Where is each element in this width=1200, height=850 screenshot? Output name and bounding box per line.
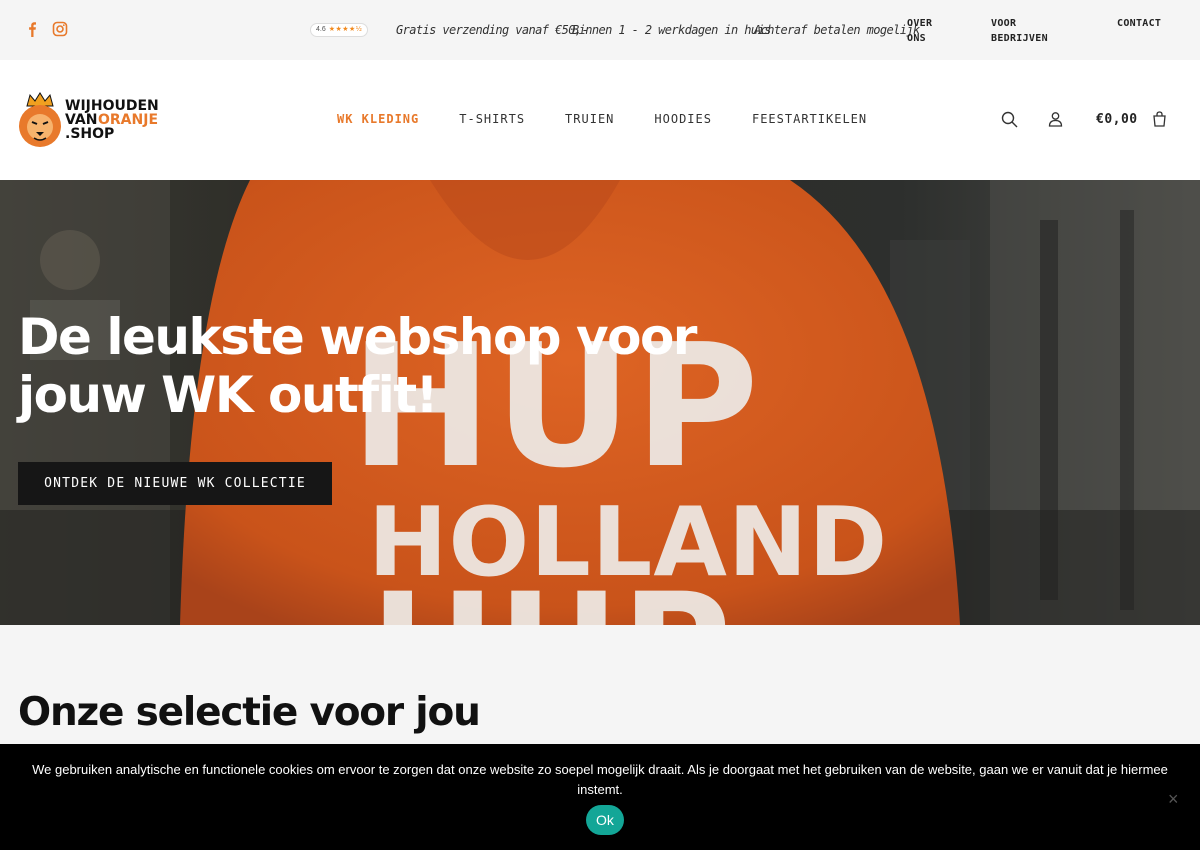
rating-score: 4.6	[316, 26, 326, 33]
cart-total[interactable]: €0,00	[1096, 112, 1138, 127]
nav-feestartikelen[interactable]: FEESTARTIKELEN	[752, 112, 867, 126]
nav-truien[interactable]: TRUIEN	[565, 112, 614, 126]
main-nav: WK KLEDING T-SHIRTS TRUIEN HOODIES FEEST…	[337, 112, 907, 126]
cookie-accept-button[interactable]: Ok	[586, 805, 624, 835]
main-header: WIJHOUDEN VAN ORANJE .SHOP WK KLEDING T-…	[0, 60, 1200, 180]
close-icon[interactable]: ×	[1168, 789, 1179, 810]
usp-delivery-time: Binnen 1 - 2 werkdagen in huis	[572, 23, 771, 37]
account-icon[interactable]	[1048, 111, 1063, 132]
hero-cta-button[interactable]: ONTDEK DE NIEUWE WK COLLECTIE	[18, 462, 332, 505]
nav-wk-kleding[interactable]: WK KLEDING	[337, 112, 419, 126]
section-title: Onze selectie voor jou	[18, 690, 481, 735]
cookie-text: We gebruiken analytische en functionele …	[32, 762, 1168, 797]
link-over-ons[interactable]: OVER ONS	[907, 16, 932, 46]
social-links	[24, 21, 68, 37]
search-icon[interactable]	[1001, 111, 1018, 133]
logo-line3: .SHOP	[65, 126, 114, 142]
rating-badge[interactable]: 4.6 ★★★★½	[310, 23, 369, 37]
cookie-banner: We gebruiken analytische en functionele …	[0, 744, 1200, 850]
facebook-icon[interactable]	[24, 21, 40, 37]
link-contact[interactable]: CONTACT	[1117, 16, 1161, 31]
nav-t-shirts[interactable]: T-SHIRTS	[459, 112, 525, 126]
usp-free-shipping: Gratis verzending vanaf €50,-	[396, 23, 589, 37]
hero-title: De leukste webshop voor jouw WK outfit!	[18, 308, 697, 424]
usp-pay-later: Achteraf betalen mogelijk	[754, 23, 920, 37]
hero-banner: HUP HOLLAND HUP De leukste webshop voor …	[0, 180, 1200, 625]
hoodie-print-line3: HUP	[370, 562, 733, 625]
site-logo[interactable]: WIJHOUDEN VAN ORANJE .SHOP	[18, 92, 178, 150]
link-voor-bedrijven[interactable]: VOOR BEDRIJVEN	[991, 16, 1048, 46]
rating-stars: ★★★★½	[328, 26, 363, 33]
cart-icon[interactable]	[1152, 111, 1167, 132]
instagram-icon[interactable]	[52, 21, 68, 37]
top-bar: 4.6 ★★★★½ Gratis verzending vanaf €50,- …	[0, 0, 1200, 60]
nav-hoodies[interactable]: HOODIES	[654, 112, 712, 126]
